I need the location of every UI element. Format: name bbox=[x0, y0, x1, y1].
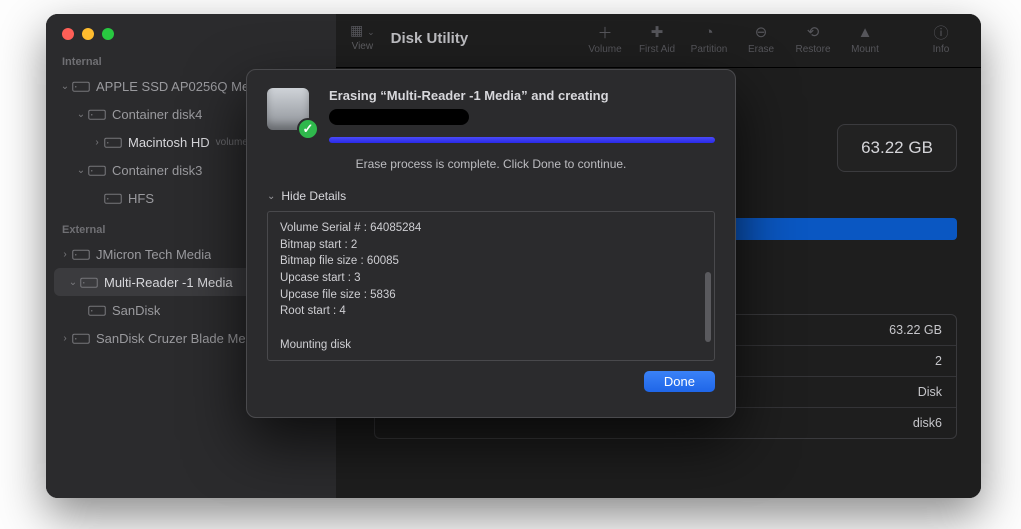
modal-title: Erasing “Multi-Reader -1 Media” and crea… bbox=[329, 88, 715, 103]
toolbar-firstaid-button[interactable]: ✚ First Aid bbox=[631, 22, 683, 55]
log-line: Bitmap file size : 60085 bbox=[280, 253, 702, 270]
view-label: View bbox=[352, 41, 374, 52]
toolbar-button-label: Erase bbox=[748, 44, 774, 55]
disk-icon bbox=[80, 275, 98, 289]
log-line bbox=[280, 353, 702, 361]
sidebar-item-label: Container disk4 bbox=[112, 107, 202, 122]
traffic-lights bbox=[46, 24, 336, 54]
window-title: Disk Utility bbox=[391, 30, 469, 47]
log-line: Volume Serial # : 64085284 bbox=[280, 220, 702, 237]
progress-bar bbox=[329, 137, 715, 143]
log-line: Bitmap start : 2 bbox=[280, 237, 702, 254]
toolbar-button-label: Info bbox=[933, 44, 950, 55]
mount-icon: ▲ bbox=[858, 22, 873, 42]
success-checkmark-icon: ✓ bbox=[297, 118, 319, 140]
sidebar-item-label: Macintosh HD bbox=[128, 135, 210, 150]
disk-icon bbox=[72, 79, 90, 93]
sidebar-item-label: Container disk3 bbox=[112, 163, 202, 178]
chevron-down-icon: ⌄ bbox=[66, 277, 80, 288]
view-menu-button[interactable]: ▦ ⌄ View bbox=[350, 22, 375, 52]
chevron-right-icon: › bbox=[58, 249, 72, 260]
details-log: Volume Serial # : 64085284Bitmap start :… bbox=[267, 211, 715, 361]
toolbar-erase-button[interactable]: ⊖ Erase bbox=[735, 22, 787, 55]
info-icon: ⓘ bbox=[933, 22, 948, 42]
sidebar-item-label: SanDisk bbox=[112, 303, 160, 318]
toolbar: ▦ ⌄ View Disk Utility ＋ Volume ✚ First Aid ◔… bbox=[336, 14, 981, 68]
drive-icon: ✓ bbox=[267, 88, 315, 136]
chevron-down-icon: ⌄ bbox=[74, 165, 88, 176]
info-value: disk6 bbox=[913, 416, 942, 430]
details-toggle[interactable]: ⌄ Hide Details bbox=[267, 189, 715, 203]
toolbar-button-label: Mount bbox=[851, 44, 879, 55]
disk-icon bbox=[88, 107, 106, 121]
toolbar-volume-button[interactable]: ＋ Volume bbox=[579, 22, 631, 55]
toolbar-restore-button[interactable]: ⟲ Restore bbox=[787, 22, 839, 55]
toolbar-button-label: Partition bbox=[691, 44, 728, 55]
firstaid-icon: ✚ bbox=[651, 22, 664, 42]
disk-icon bbox=[72, 331, 90, 345]
sidebar-item-label: SanDisk Cruzer Blade Media bbox=[96, 331, 263, 346]
info-value: 2 bbox=[935, 354, 942, 368]
disk-icon bbox=[72, 247, 90, 261]
sidebar-item-label: HFS bbox=[128, 191, 154, 206]
sidebar-item-label: JMicron Tech Media bbox=[96, 247, 211, 262]
volume-icon: ＋ bbox=[597, 22, 612, 42]
chevron-right-icon: › bbox=[58, 333, 72, 344]
toolbar-mount-button[interactable]: ▲ Mount bbox=[839, 22, 891, 55]
log-line: Root start : 4 bbox=[280, 303, 702, 320]
log-line bbox=[280, 320, 702, 337]
modal-message: Erase process is complete. Click Done to… bbox=[267, 157, 715, 171]
disk-icon bbox=[88, 163, 106, 177]
scrollbar-thumb[interactable] bbox=[705, 272, 711, 342]
log-line: Upcase start : 3 bbox=[280, 270, 702, 287]
erase-modal: ✓ Erasing “Multi-Reader -1 Media” and cr… bbox=[246, 69, 736, 418]
toolbar-button-label: First Aid bbox=[639, 44, 675, 55]
chevron-right-icon: › bbox=[90, 137, 104, 148]
log-line: Upcase file size : 5836 bbox=[280, 287, 702, 304]
chevron-down-icon: ⌄ bbox=[58, 81, 72, 92]
restore-icon: ⟲ bbox=[807, 22, 820, 42]
toolbar-button-label: Volume bbox=[588, 44, 621, 55]
info-value: 63.22 GB bbox=[889, 323, 942, 337]
close-window-button[interactable] bbox=[62, 28, 74, 40]
erase-icon: ⊖ bbox=[755, 22, 768, 42]
sidebar-item-label: Multi-Reader -1 Media bbox=[104, 275, 233, 290]
info-value: Disk bbox=[918, 385, 942, 399]
log-line: Mounting disk bbox=[280, 337, 702, 354]
toolbar-info-button[interactable]: ⓘ Info bbox=[915, 22, 967, 55]
toolbar-button-label: Restore bbox=[795, 44, 830, 55]
toolbar-partition-button[interactable]: ◔ Partition bbox=[683, 22, 735, 55]
chevron-down-icon: ⌄ bbox=[267, 191, 275, 202]
chevron-down-icon: ⌄ bbox=[74, 109, 88, 120]
zoom-window-button[interactable] bbox=[102, 28, 114, 40]
disk-icon bbox=[88, 303, 106, 317]
disk-icon bbox=[104, 135, 122, 149]
partition-icon: ◔ bbox=[704, 22, 713, 42]
done-button[interactable]: Done bbox=[644, 371, 715, 392]
capacity-box: 63.22 GB bbox=[837, 124, 957, 172]
minimize-window-button[interactable] bbox=[82, 28, 94, 40]
sidebar-item-label: APPLE SSD AP0256Q Media bbox=[96, 79, 267, 94]
redacted-subtitle bbox=[329, 109, 469, 125]
disk-icon bbox=[104, 191, 122, 205]
